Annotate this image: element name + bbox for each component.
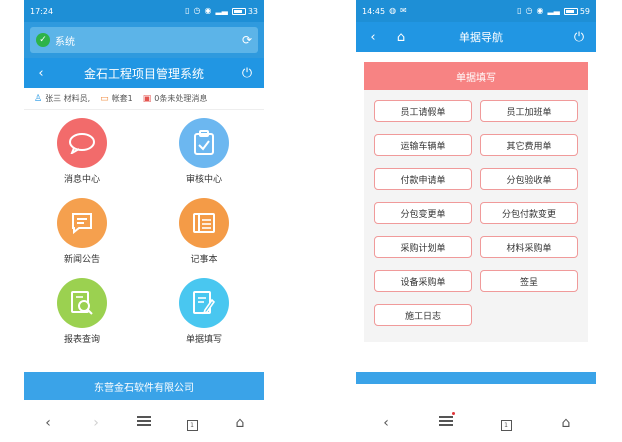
tile-notebook[interactable]: 记事本 [169, 198, 239, 265]
form-panel: 单据填写 员工请假单 员工加班单 运输车辆单 其它费用单 付款申请单 分包验收单… [364, 62, 588, 342]
tile-label: 报表查询 [63, 335, 100, 345]
nav-menu-icon[interactable] [129, 414, 159, 433]
form-button-overtime[interactable]: 员工加班单 [480, 100, 578, 122]
chat-bubble-icon [57, 118, 107, 168]
power-icon[interactable]: ⏻ [238, 66, 256, 81]
form-button-leave[interactable]: 员工请假单 [374, 100, 472, 122]
wifi-icon: ◉ [536, 6, 544, 15]
system-nav-bar: ‹ 1 ⌂ [356, 404, 596, 442]
notebook-icon [179, 198, 229, 248]
nav-menu-icon[interactable] [431, 411, 461, 433]
message-icon: ▣ [142, 93, 152, 104]
app-title-bar: ‹ 金石工程项目管理系统 ⏻ [24, 58, 264, 88]
form-title-bar: ‹ ⌂ 单据导航 ⏻ [356, 22, 596, 52]
tile-label: 记事本 [190, 255, 218, 265]
company-footer-partial [356, 372, 596, 384]
back-chevron-icon[interactable]: ‹ [32, 66, 50, 81]
alarm-icon: ◷ [193, 6, 201, 15]
nav-back-icon[interactable]: ‹ [371, 415, 401, 431]
form-button-payment-request[interactable]: 付款申请单 [374, 168, 472, 190]
refresh-icon[interactable]: ⟳ [242, 33, 252, 47]
account-name: 帐套1 [111, 94, 133, 103]
back-chevron-icon[interactable]: ‹ [364, 30, 382, 45]
screenshot-stage: 17:24 ▯ ◷ ◉ ▂▃ 33 ✓ 系统 ⟳ ‹ 金石工程项目管理系统 ⏻ … [0, 0, 622, 442]
status-bar: 17:24 ▯ ◷ ◉ ▂▃ 33 [24, 0, 264, 22]
form-button-transport[interactable]: 运输车辆单 [374, 134, 472, 156]
form-button-equipment-purchase[interactable]: 设备采购单 [374, 270, 472, 292]
signal-icon: ▂▃ [547, 6, 560, 15]
tile-message-center[interactable]: 消息中心 [47, 118, 117, 185]
nav-home-icon[interactable]: ⌂ [551, 415, 581, 431]
vibrate-icon: ▯ [517, 6, 522, 15]
system-nav-bar: ‹ › 1 ⌂ [24, 404, 264, 442]
form-navigation-screen: 14:45 ◍ ✉ ▯ ◷ ◉ ▂▃ 59 ‹ ⌂ 单据导航 ⏻ 单据填写 员工… [356, 0, 596, 442]
form-button-other-expense[interactable]: 其它费用单 [480, 134, 578, 156]
battery-icon [563, 7, 578, 15]
nav-tabs-icon[interactable]: 1 [491, 415, 521, 431]
user-info: ♙ 张三 材料员, [34, 93, 90, 104]
page-title: 金石工程项目管理系统 [83, 66, 204, 81]
account-info[interactable]: ▭ 帐套1 [100, 93, 133, 104]
power-icon[interactable]: ⏻ [570, 30, 588, 45]
nav-home-icon[interactable]: ⌂ [225, 415, 255, 431]
report-search-icon [57, 278, 107, 328]
system-bar: ✓ 系统 ⟳ [24, 22, 264, 58]
tile-label: 新闻公告 [63, 255, 100, 265]
form-button-construction-log[interactable]: 施工日志 [374, 304, 472, 326]
form-button-purchase-plan[interactable]: 采购计划单 [374, 236, 472, 258]
message-square-icon [57, 198, 107, 248]
battery-indicator: 59 [563, 6, 590, 16]
user-info-bar: ♙ 张三 材料员, ▭ 帐套1 ▣ 0条未处理消息 [24, 88, 264, 110]
company-footer: 东营金石软件有限公司 [24, 372, 264, 400]
battery-indicator: 33 [231, 6, 258, 16]
menu-grid: 消息中心 审核中心 新闻公告 记事本 报表查询 单据填写 [24, 110, 264, 374]
message-info[interactable]: ▣ 0条未处理消息 [143, 93, 208, 104]
battery-icon [231, 7, 246, 15]
nav-forward-icon[interactable]: › [81, 415, 111, 431]
status-bar: 14:45 ◍ ✉ ▯ ◷ ◉ ▂▃ 59 [356, 0, 596, 22]
user-name: 张三 材料员, [45, 94, 91, 103]
clipboard-check-icon [179, 118, 229, 168]
nav-back-icon[interactable]: ‹ [33, 415, 63, 431]
status-time: 14:45 [362, 6, 386, 16]
system-label: 系统 [55, 36, 75, 48]
tile-news[interactable]: 新闻公告 [47, 198, 117, 265]
form-button-subcontract-payment-change[interactable]: 分包付款变更 [480, 202, 578, 224]
tile-report-query[interactable]: 报表查询 [47, 278, 117, 345]
form-button-petition[interactable]: 签呈 [480, 270, 578, 292]
user-icon: ♙ [34, 93, 43, 104]
tile-review-center[interactable]: 审核中心 [169, 118, 239, 185]
system-notification[interactable]: ✓ 系统 ⟳ [30, 27, 258, 53]
battery-level: 59 [579, 6, 590, 16]
main-menu-screen: 17:24 ▯ ◷ ◉ ▂▃ 33 ✓ 系统 ⟳ ‹ 金石工程项目管理系统 ⏻ … [24, 0, 264, 442]
mail-icon: ✉ [400, 6, 407, 15]
signal-icon: ▂▃ [215, 6, 228, 15]
form-button-subcontract-change[interactable]: 分包变更单 [374, 202, 472, 224]
tile-label: 单据填写 [185, 335, 222, 345]
check-circle-icon: ✓ [36, 33, 50, 47]
message-count: 0条未处理消息 [154, 94, 208, 103]
tile-label: 消息中心 [63, 175, 100, 185]
form-button-subcontract-acceptance[interactable]: 分包验收单 [480, 168, 578, 190]
wifi-icon: ◉ [204, 6, 212, 15]
form-header: 单据填写 [364, 62, 588, 90]
alarm-icon: ◷ [525, 6, 533, 15]
nav-tabs-icon[interactable]: 1 [177, 415, 207, 431]
battery-level: 33 [247, 6, 258, 16]
page-title: 单据导航 [459, 31, 503, 44]
vibrate-icon: ▯ [185, 6, 190, 15]
edit-document-icon [179, 278, 229, 328]
form-button-material-purchase[interactable]: 材料采购单 [480, 236, 578, 258]
notification-icon: ◍ [389, 6, 397, 15]
status-time: 17:24 [30, 6, 54, 16]
tile-form-fill[interactable]: 单据填写 [169, 278, 239, 345]
tile-label: 审核中心 [185, 175, 222, 185]
monitor-icon: ▭ [100, 93, 109, 104]
